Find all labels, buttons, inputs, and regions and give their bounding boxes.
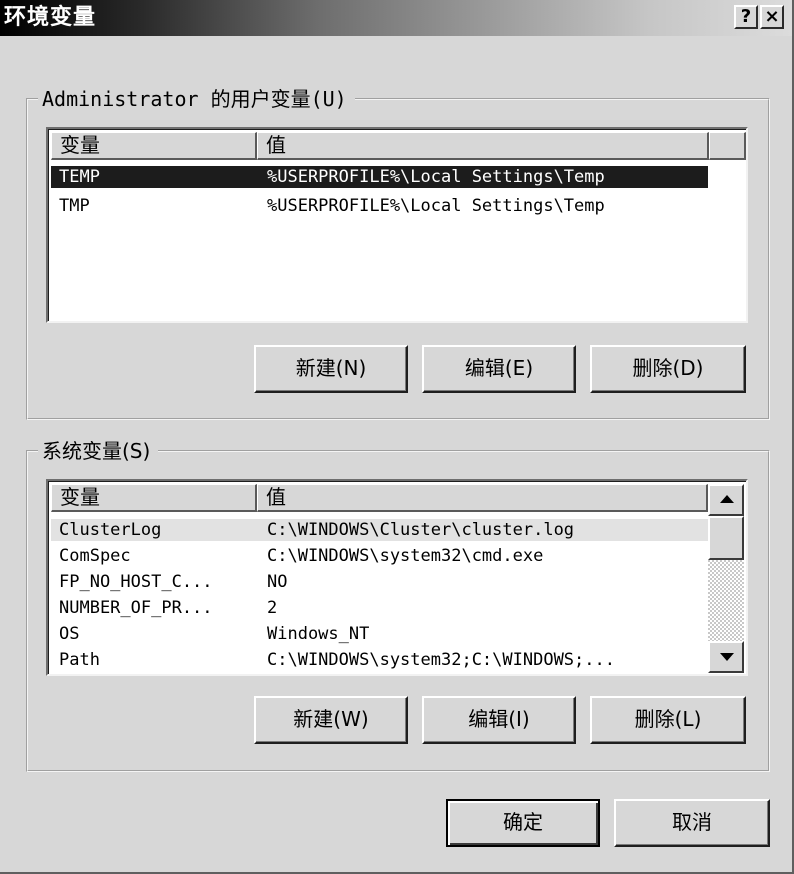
user-variables-legend: Administrator 的用户变量(U) bbox=[38, 86, 355, 112]
list-header: 变量 值 bbox=[51, 484, 708, 512]
system-new-button[interactable]: 新建(W) bbox=[254, 696, 408, 744]
cancel-button[interactable]: 取消 bbox=[614, 799, 770, 847]
variable-value: C:\WINDOWS\system32\cmd.exe bbox=[267, 546, 544, 566]
variable-value: 2 bbox=[267, 598, 278, 618]
user-new-button[interactable]: 新建(N) bbox=[254, 345, 408, 393]
list-item[interactable]: Path C:\WINDOWS\system32;C:\WINDOWS;... bbox=[51, 649, 708, 671]
list-item[interactable]: TEMP %USERPROFILE%\Local Settings\Temp bbox=[51, 166, 708, 188]
list-item[interactable]: OS Windows_NT bbox=[51, 623, 708, 645]
variable-value: %USERPROFILE%\Local Settings\Temp bbox=[267, 196, 605, 216]
scroll-down-arrow-icon bbox=[720, 653, 734, 661]
list-item[interactable]: FP_NO_HOST_C... NO bbox=[51, 571, 708, 593]
list-item[interactable]: ComSpec C:\WINDOWS\system32\cmd.exe bbox=[51, 545, 708, 567]
variable-name: ComSpec bbox=[59, 546, 131, 566]
variable-value: Windows_NT bbox=[267, 624, 370, 644]
title-bar: 环境变量 ? × bbox=[0, 0, 792, 36]
variable-value: C:\WINDOWS\Cluster\cluster.log bbox=[267, 520, 575, 540]
variable-value: NO bbox=[267, 572, 288, 592]
window-title: 环境变量 bbox=[4, 5, 97, 30]
variable-name: NUMBER_OF_PR... bbox=[59, 598, 213, 618]
scroll-up-arrow-icon bbox=[720, 495, 734, 503]
variable-name: TEMP bbox=[59, 167, 100, 187]
system-edit-button[interactable]: 编辑(I) bbox=[422, 696, 576, 744]
variable-name: Path bbox=[59, 650, 100, 670]
system-delete-button[interactable]: 删除(L) bbox=[590, 696, 746, 744]
variable-name: FP_NO_HOST_C... bbox=[59, 572, 213, 592]
scroll-down-button[interactable] bbox=[708, 641, 744, 673]
variable-name: TMP bbox=[59, 196, 90, 216]
vertical-scrollbar[interactable] bbox=[708, 484, 744, 673]
column-header-value[interactable]: 值 bbox=[257, 132, 709, 160]
column-header-variable[interactable]: 变量 bbox=[51, 132, 257, 160]
ok-button[interactable]: 确定 bbox=[446, 799, 600, 847]
list-header: 变量 值 bbox=[51, 132, 746, 160]
close-button[interactable]: × bbox=[760, 5, 784, 29]
system-variables-list[interactable]: 变量 值 ClusterLog C:\WINDOWS\Cluster\clust… bbox=[46, 479, 748, 676]
scroll-up-button[interactable] bbox=[708, 484, 744, 516]
list-item[interactable]: ClusterLog C:\WINDOWS\Cluster\cluster.lo… bbox=[51, 519, 708, 541]
user-delete-button[interactable]: 删除(D) bbox=[590, 345, 746, 393]
column-header-variable[interactable]: 变量 bbox=[51, 484, 257, 512]
list-item[interactable]: NUMBER_OF_PR... 2 bbox=[51, 597, 708, 619]
variable-name: ClusterLog bbox=[59, 520, 162, 540]
column-header-filler bbox=[709, 132, 746, 160]
variable-value: C:\WINDOWS\system32;C:\WINDOWS;... bbox=[267, 650, 615, 670]
environment-variables-dialog: 环境变量 ? × Administrator 的用户变量(U) 变量 值 TEM… bbox=[0, 0, 794, 874]
system-variables-legend: 系统变量(S) bbox=[38, 438, 159, 464]
list-item[interactable]: TMP %USERPROFILE%\Local Settings\Temp bbox=[51, 195, 708, 217]
scroll-thumb[interactable] bbox=[708, 516, 744, 560]
user-edit-button[interactable]: 编辑(E) bbox=[422, 345, 576, 393]
variable-name: OS bbox=[59, 624, 80, 644]
help-button[interactable]: ? bbox=[734, 5, 758, 29]
variable-value: %USERPROFILE%\Local Settings\Temp bbox=[267, 167, 605, 187]
column-header-value[interactable]: 值 bbox=[257, 484, 708, 512]
user-variables-list[interactable]: 变量 值 TEMP %USERPROFILE%\Local Settings\T… bbox=[46, 127, 748, 323]
